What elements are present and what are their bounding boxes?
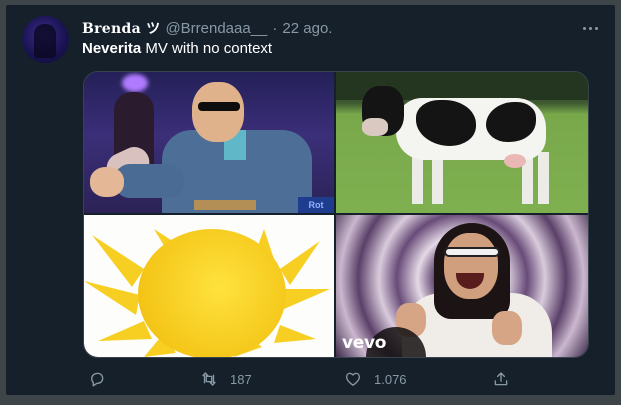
media-grid: Rot vevo (83, 71, 589, 358)
tweet-text-bold: Neverita (82, 40, 142, 57)
sun-face (138, 229, 286, 357)
avatar-figure (34, 24, 56, 58)
media-image-sun[interactable] (84, 215, 334, 357)
user-handle[interactable]: @Brrendaaa__ (165, 20, 267, 37)
tweet-actions: 187 1.076 (76, 370, 536, 390)
tweet-text: Neverita MV with no context (82, 40, 272, 57)
share-icon (494, 372, 508, 386)
vevo-watermark: vevo (342, 333, 387, 353)
tweet-card[interactable]: Brenda ツ @Brrendaaa__ · 22 ago. Neverita… (6, 5, 615, 395)
sign-watermark: Rot (298, 197, 334, 213)
tweet-header: Brenda ツ @Brrendaaa__ · 22 ago. (82, 18, 332, 38)
media-image-dancing-boy[interactable]: Rot (84, 72, 334, 213)
tweet-text-rest: MV with no context (141, 40, 273, 57)
tweet-date[interactable]: 22 ago. (282, 20, 332, 37)
retweet-button[interactable]: 187 (200, 370, 252, 388)
retweet-icon (202, 372, 216, 386)
share-button[interactable] (492, 370, 510, 388)
display-name[interactable]: Brenda ツ (82, 18, 160, 38)
more-horizontal-icon[interactable] (579, 17, 601, 39)
retweet-count: 187 (230, 371, 252, 387)
reply-button[interactable] (88, 370, 118, 388)
avatar[interactable] (22, 16, 69, 63)
like-count: 1.076 (374, 371, 407, 387)
reply-icon (91, 372, 104, 387)
media-image-cow[interactable] (336, 72, 588, 213)
like-icon (345, 372, 361, 386)
like-button[interactable]: 1.076 (344, 370, 407, 388)
media-image-singer[interactable]: vevo (336, 215, 588, 357)
separator-dot: · (272, 19, 278, 37)
